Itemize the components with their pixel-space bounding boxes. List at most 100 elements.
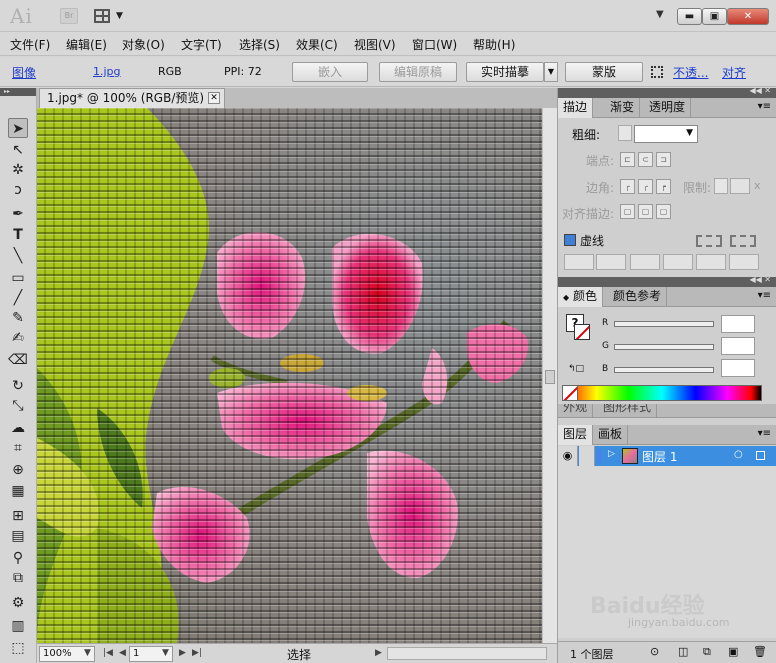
free-transform-tool-icon[interactable]: ⌗: [8, 438, 28, 458]
lock-toggle[interactable]: [579, 446, 595, 466]
tab-color[interactable]: ◆ 颜色: [558, 287, 603, 307]
make-clipping-mask-icon[interactable]: ◫: [678, 645, 688, 658]
dash-input-3[interactable]: [696, 254, 726, 270]
g-slider[interactable]: [614, 344, 714, 350]
tab-graphic-styles[interactable]: 图形样式: [598, 404, 658, 417]
warp-tool-icon[interactable]: ☁: [8, 418, 28, 438]
file-name-link[interactable]: 1.jpg: [93, 65, 121, 78]
opacity-link[interactable]: 不透...: [673, 64, 708, 81]
line-tool-icon[interactable]: ╲: [8, 246, 28, 266]
g-value[interactable]: [721, 337, 755, 355]
blend-tool-icon[interactable]: ⧉: [8, 568, 28, 588]
direct-selection-tool-icon[interactable]: ↖: [8, 140, 28, 160]
next-artboard-icon[interactable]: ▶: [179, 648, 186, 658]
perspective-grid-tool-icon[interactable]: ▦: [8, 481, 28, 501]
b-slider[interactable]: [614, 367, 714, 373]
horizontal-scrollbar[interactable]: [387, 647, 547, 660]
menu-file[interactable]: 文件(F): [10, 36, 50, 53]
mesh-tool-icon[interactable]: ⊞: [8, 506, 28, 526]
round-cap-icon[interactable]: ⊂: [638, 152, 653, 167]
bevel-join-icon[interactable]: ┍: [656, 179, 671, 194]
chevron-down-icon[interactable]: ▼: [544, 62, 558, 82]
chevron-down-icon[interactable]: ▼: [84, 648, 91, 658]
object-type-link[interactable]: 图像: [12, 64, 36, 81]
menu-window[interactable]: 窗口(W): [412, 36, 457, 53]
pen-tool-icon[interactable]: ✒: [8, 204, 28, 224]
locate-object-icon[interactable]: ⊙: [650, 645, 659, 658]
r-slider[interactable]: [614, 321, 714, 327]
maximize-button[interactable]: ▣: [702, 8, 727, 25]
menu-edit[interactable]: 编辑(E): [66, 36, 107, 53]
artboard-tool-icon[interactable]: ⬚: [8, 638, 28, 658]
new-layer-icon[interactable]: ▣: [728, 645, 738, 658]
align-outside-icon[interactable]: ▢: [656, 204, 671, 219]
menu-object[interactable]: 对象(O): [122, 36, 165, 53]
previous-artboard-icon[interactable]: ◀: [119, 648, 126, 658]
document-tab[interactable]: 1.jpg* @ 100% (RGB/预览) ✕: [39, 88, 225, 108]
menu-effect[interactable]: 效果(C): [296, 36, 338, 53]
mask-button[interactable]: 蒙版: [565, 62, 643, 82]
stroke-color-swatch[interactable]: [574, 324, 590, 340]
embed-button[interactable]: 嵌入: [292, 62, 368, 82]
edit-original-button[interactable]: 编辑原稿: [379, 62, 457, 82]
dash-align-icon[interactable]: [730, 235, 756, 247]
gap-input-1[interactable]: [596, 254, 626, 270]
last-color-icon[interactable]: ↰□: [568, 364, 584, 374]
gap-input-2[interactable]: [663, 254, 693, 270]
symbol-sprayer-tool-icon[interactable]: ⚙: [8, 593, 28, 613]
align-center-icon[interactable]: ▢: [620, 204, 635, 219]
vertical-scrollbar[interactable]: [542, 108, 557, 643]
menu-view[interactable]: 视图(V): [354, 36, 396, 53]
artwork-canvas[interactable]: [37, 108, 542, 643]
chevron-down-icon[interactable]: ▼: [162, 648, 169, 658]
live-trace-button[interactable]: 实时描摹: [466, 62, 544, 82]
tab-stroke[interactable]: 描边: [558, 98, 594, 118]
toolbox-grip[interactable]: ▸▸: [0, 88, 36, 96]
first-artboard-icon[interactable]: |◀: [103, 648, 113, 658]
pencil-tool-icon[interactable]: ✎: [8, 308, 28, 328]
target-icon[interactable]: ○: [734, 449, 743, 460]
dash-input-1[interactable]: [564, 254, 594, 270]
transform-icon[interactable]: [651, 66, 663, 78]
expand-triangle-icon[interactable]: ▷: [608, 449, 615, 459]
workspace-menu-icon[interactable]: ▼: [656, 9, 664, 20]
rotate-tool-icon[interactable]: ↻: [8, 376, 28, 396]
trash-icon[interactable]: 🗑: [753, 645, 767, 658]
layer-row[interactable]: ◉ ▷ 图层 1 ○: [558, 446, 776, 466]
dash-preserve-icon[interactable]: [696, 235, 722, 247]
scrollbar-thumb[interactable]: [545, 370, 555, 384]
paintbrush-tool-icon[interactable]: ╱: [8, 288, 28, 308]
scale-tool-icon[interactable]: ⤡: [8, 396, 28, 416]
new-sublayer-icon[interactable]: ⧉: [703, 645, 711, 659]
round-join-icon[interactable]: ╭: [638, 179, 653, 194]
limit-input[interactable]: [730, 178, 750, 194]
chevron-down-icon[interactable]: ▼: [116, 11, 123, 21]
eyedropper-tool-icon[interactable]: ⚲: [8, 548, 28, 568]
miter-join-icon[interactable]: ┌: [620, 179, 635, 194]
menu-select[interactable]: 选择(S): [239, 36, 280, 53]
color-spectrum[interactable]: [562, 385, 762, 401]
panel-grip[interactable]: ◀◀ ✕: [558, 275, 776, 287]
shape-builder-tool-icon[interactable]: ⊕: [8, 460, 28, 480]
tab-transparency[interactable]: 透明度: [644, 98, 692, 118]
dashed-line-checkbox[interactable]: [564, 234, 576, 246]
eraser-tool-icon[interactable]: ⌫: [8, 350, 28, 370]
tab-gradient[interactable]: 渐变: [605, 98, 641, 118]
menu-help[interactable]: 帮助(H): [473, 36, 515, 53]
visibility-eye-icon[interactable]: ◉: [558, 446, 578, 466]
tab-color-guide[interactable]: 颜色参考: [608, 287, 668, 307]
limit-stepper[interactable]: [714, 178, 728, 194]
last-artboard-icon[interactable]: ▶|: [192, 648, 202, 658]
tab-layers[interactable]: 图层: [558, 425, 594, 445]
b-value[interactable]: [721, 359, 755, 377]
rectangle-tool-icon[interactable]: ▭: [8, 268, 28, 288]
dash-input-2[interactable]: [630, 254, 660, 270]
panel-menu-icon[interactable]: ▾≡: [758, 101, 771, 112]
gradient-tool-icon[interactable]: ▤: [8, 526, 28, 546]
selection-indicator[interactable]: [756, 451, 765, 460]
lasso-tool-icon[interactable]: ↄ: [8, 180, 28, 200]
tab-artboards[interactable]: 画板: [593, 425, 629, 445]
status-menu-icon[interactable]: ▶: [375, 648, 382, 658]
align-link[interactable]: 对齐: [722, 64, 746, 81]
align-inside-icon[interactable]: ▢: [638, 204, 653, 219]
